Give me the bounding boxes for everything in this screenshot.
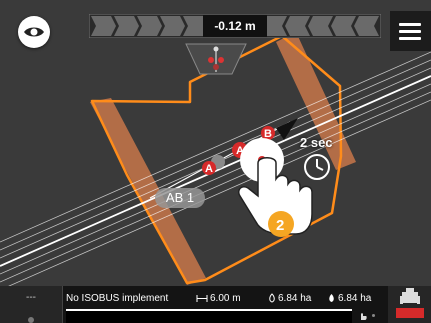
working-width-value: 6.00 m	[210, 293, 241, 304]
hold-duration-label: 2 sec	[300, 135, 333, 150]
guidance-lines	[0, 51, 431, 291]
page-indicator-dot	[28, 317, 34, 323]
svg-text:2: 2	[276, 217, 284, 234]
vehicle-marker	[185, 43, 247, 75]
field-map[interactable]: A A B 2	[0, 0, 431, 323]
area-worked-icon	[269, 293, 275, 303]
menu-button[interactable]	[390, 11, 431, 51]
ab-line-label[interactable]: AB 1	[155, 188, 205, 208]
area-total-icon	[329, 294, 334, 302]
tractor-implement-icon	[396, 288, 424, 318]
clock-icon	[304, 154, 330, 180]
machine-button[interactable]	[388, 286, 431, 323]
step-badge: 2	[268, 211, 294, 237]
bottom-left-panel[interactable]: ---	[0, 286, 63, 323]
lateral-offset: -0.12 m	[214, 19, 256, 33]
area-worked-value: 6.84 ha	[278, 293, 312, 304]
bottom-left-label: ---	[26, 292, 36, 303]
width-icon	[196, 295, 208, 302]
hand-small-icon	[361, 313, 367, 320]
area-worked: 6.84 ha	[268, 293, 311, 304]
status-bar: --- No ISOBUS implement 6.00 m 6.84 ha 6…	[0, 286, 431, 323]
implement-name: No ISOBUS implement	[66, 293, 169, 304]
svg-text:A: A	[205, 163, 213, 175]
working-width: 6.00 m	[196, 293, 241, 304]
progress-track	[66, 309, 352, 323]
pager-dot	[372, 314, 375, 317]
lightbar: -0.12 m	[88, 13, 382, 39]
area-total: 6.84 ha	[327, 293, 371, 304]
visibility-button[interactable]	[18, 16, 50, 48]
eye-icon	[24, 27, 44, 37]
svg-text:B: B	[264, 128, 272, 140]
area-total-value: 6.84 ha	[338, 293, 372, 304]
guidance-screen: A A B 2 2 sec AB 1 -0.12 m --- No ISOBUS…	[0, 0, 431, 323]
